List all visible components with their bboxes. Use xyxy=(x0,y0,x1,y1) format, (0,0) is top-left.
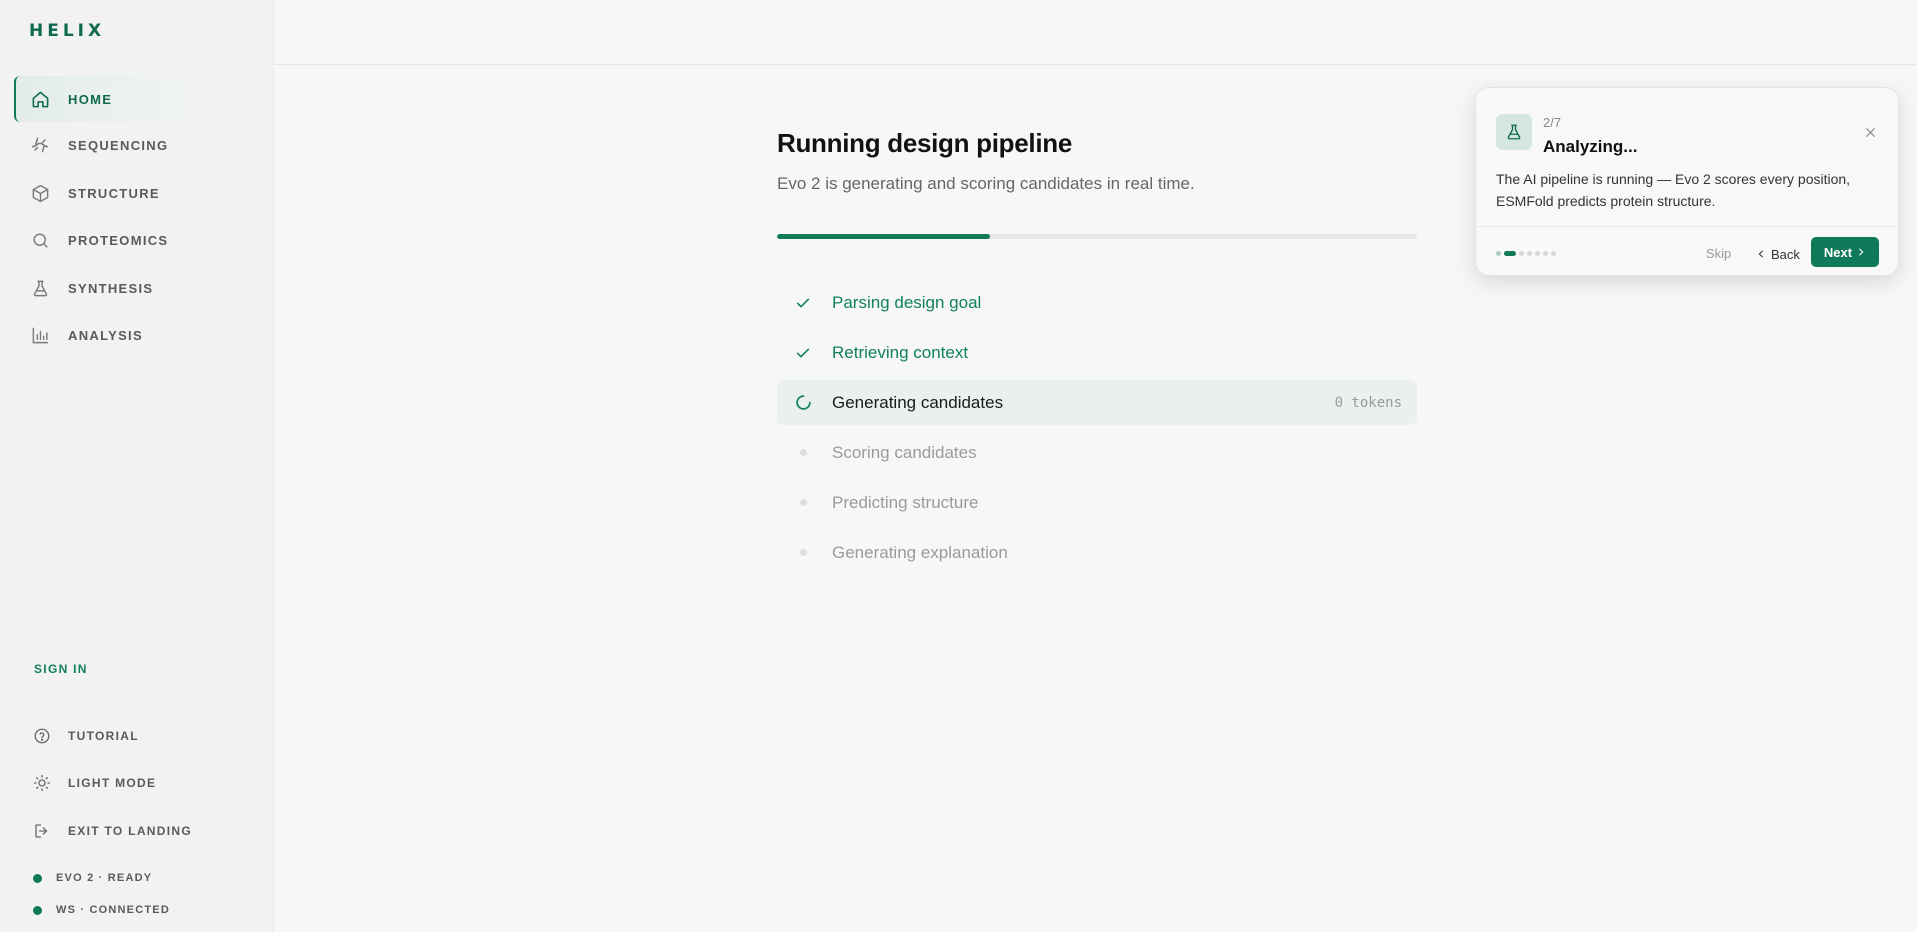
status-dot xyxy=(33,905,42,915)
token-count: 0 tokens xyxy=(1334,394,1402,411)
step-dot xyxy=(1543,251,1548,256)
sign-in-link[interactable]: SIGN IN xyxy=(34,662,88,676)
sidebar-item-proteomics[interactable]: PROTEOMICS xyxy=(14,217,228,263)
step-label: Parsing design goal xyxy=(832,292,982,312)
evo-status: EVO 2 · READY xyxy=(33,869,152,887)
next-label: Next xyxy=(1823,244,1853,260)
step-label: Generating candidates xyxy=(832,392,1004,412)
step-label: Retrieving context xyxy=(832,342,969,362)
ws-status: WS · CONNECTED xyxy=(33,901,170,919)
back-button[interactable]: Back xyxy=(1756,243,1800,265)
step-label: Generating explanation xyxy=(832,542,1008,562)
tutorial-step-counter: 2/7 xyxy=(1543,115,1562,130)
tutorial-label: TUTORIAL xyxy=(68,729,139,743)
sidebar-item-home[interactable]: HOME xyxy=(14,76,228,122)
pending-dot-icon xyxy=(793,493,813,513)
step-dot xyxy=(1504,251,1516,256)
step-predicting-structure: Predicting structure xyxy=(777,480,1417,525)
pipeline-progress-bar xyxy=(777,234,1417,239)
light-mode-label: LIGHT MODE xyxy=(68,776,157,790)
status-label: WS · CONNECTED xyxy=(56,904,170,916)
tutorial-body: The AI pipeline is running — Evo 2 score… xyxy=(1496,171,1851,209)
tutorial-title: Analyzing... xyxy=(1543,137,1638,156)
sidebar-item-analysis[interactable]: ANALYSIS xyxy=(14,312,228,358)
pending-dot-icon xyxy=(793,543,813,563)
step-scoring-candidates: Scoring candidates xyxy=(777,430,1417,475)
progress-fill xyxy=(777,234,991,239)
exit-to-landing-button[interactable]: EXIT TO LANDING xyxy=(14,811,228,851)
step-dot xyxy=(1551,251,1556,256)
step-retrieving-context: Retrieving context xyxy=(777,330,1417,375)
sidebar-item-label: STRUCTURE xyxy=(68,185,160,201)
step-dot xyxy=(1496,251,1501,256)
light-mode-toggle[interactable]: LIGHT MODE xyxy=(14,763,228,803)
step-dot xyxy=(1519,251,1524,256)
step-parsing-design-goal: Parsing design goal xyxy=(777,280,1417,325)
home-icon xyxy=(30,89,50,109)
tutorial-button[interactable]: TUTORIAL xyxy=(14,716,228,756)
spinner-icon xyxy=(793,393,813,413)
exit-label: EXIT TO LANDING xyxy=(68,824,192,838)
check-icon xyxy=(793,343,813,363)
sidebar-item-sequencing[interactable]: SEQUENCING xyxy=(14,122,228,168)
back-label: Back xyxy=(1771,246,1800,262)
cube-icon xyxy=(30,183,50,203)
status-label: EVO 2 · READY xyxy=(56,872,153,884)
sidebar-item-label: HOME xyxy=(68,91,113,107)
chevron-left-icon xyxy=(1756,249,1766,259)
sidebar: HELIX HOME SEQUENCING STRUCTURE PROTEOMI… xyxy=(0,0,274,932)
sidebar-item-label: SEQUENCING xyxy=(68,137,169,153)
search-icon xyxy=(30,230,50,250)
step-generating-explanation: Generating explanation xyxy=(777,530,1417,575)
tutorial-step-dots xyxy=(1496,251,1559,256)
next-button[interactable]: Next xyxy=(1811,237,1879,267)
logout-icon xyxy=(32,821,52,841)
sidebar-item-label: ANALYSIS xyxy=(68,327,143,343)
flask-icon xyxy=(1496,114,1532,150)
tutorial-divider xyxy=(1476,226,1898,227)
step-dot xyxy=(1527,251,1532,256)
sidebar-item-structure[interactable]: STRUCTURE xyxy=(14,170,228,216)
skip-button[interactable]: Skip xyxy=(1706,243,1731,265)
dna-icon xyxy=(30,135,50,155)
tutorial-popover: 2/7 Analyzing... The AI pipeline is runn… xyxy=(1475,87,1899,276)
step-dot xyxy=(1535,251,1540,256)
flask-icon xyxy=(30,278,50,298)
help-circle-icon xyxy=(32,726,52,746)
sidebar-item-synthesis[interactable]: SYNTHESIS xyxy=(14,265,228,311)
sun-icon xyxy=(32,773,52,793)
sidebar-item-label: SYNTHESIS xyxy=(68,280,154,296)
sidebar-item-label: PROTEOMICS xyxy=(68,232,169,248)
step-generating-candidates: Generating candidates 0 tokens xyxy=(777,380,1417,425)
header-divider xyxy=(274,64,1917,65)
close-icon[interactable] xyxy=(1862,124,1878,140)
page-subtitle: Evo 2 is generating and scoring candidat… xyxy=(777,174,1195,193)
brand-logo[interactable]: HELIX xyxy=(29,21,105,41)
pending-dot-icon xyxy=(793,443,813,463)
check-icon xyxy=(793,293,813,313)
step-label: Predicting structure xyxy=(832,492,979,512)
status-dot xyxy=(33,873,42,883)
page-title: Running design pipeline xyxy=(777,128,1072,158)
step-label: Scoring candidates xyxy=(832,442,977,462)
chevron-right-icon xyxy=(1856,247,1866,257)
bar-chart-icon xyxy=(30,325,50,345)
